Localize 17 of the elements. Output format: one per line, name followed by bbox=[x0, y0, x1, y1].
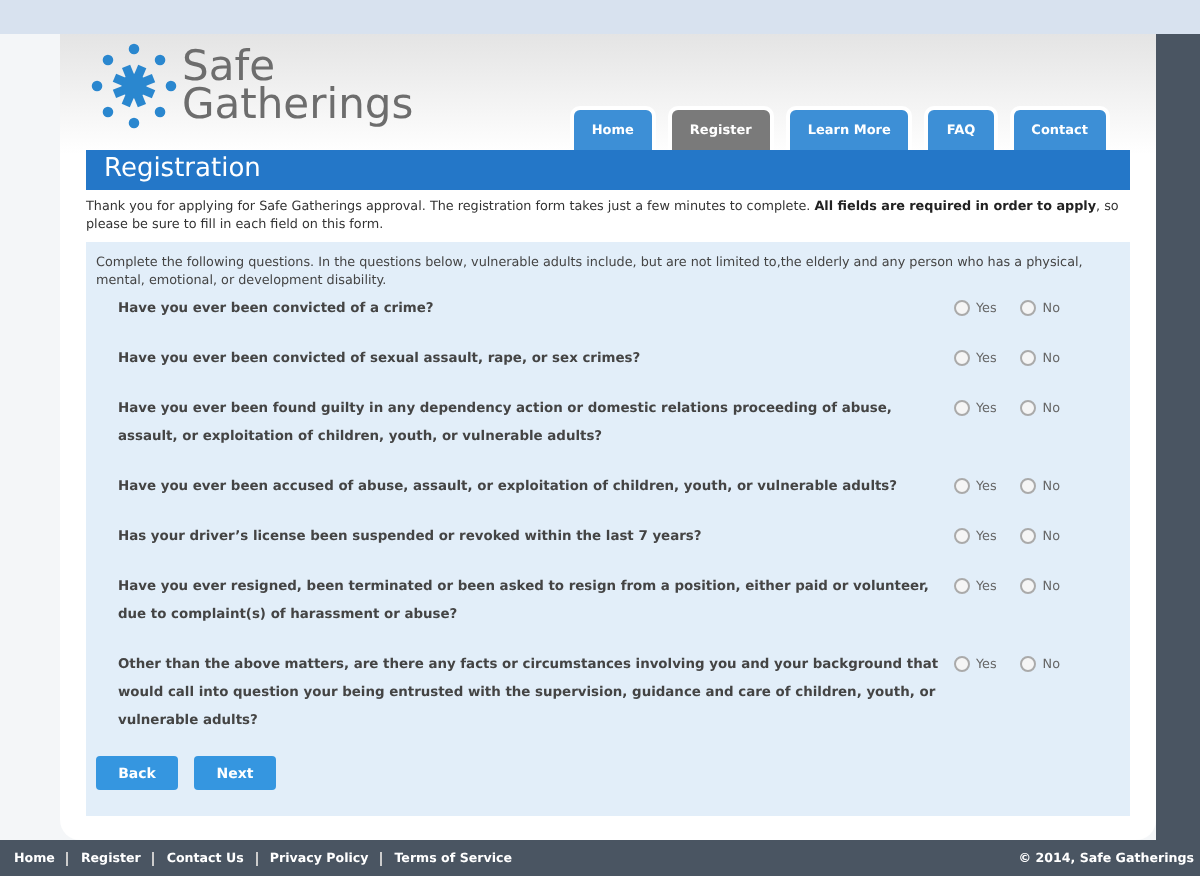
radio-button[interactable] bbox=[953, 656, 970, 672]
radio-button[interactable] bbox=[953, 528, 970, 544]
radio-button[interactable] bbox=[953, 400, 970, 416]
radio-button[interactable] bbox=[953, 350, 970, 366]
radio-button[interactable] bbox=[1020, 350, 1037, 366]
logo-text: Safe Gatherings bbox=[182, 48, 414, 124]
radio-button[interactable] bbox=[1020, 478, 1037, 494]
page-title: Registration bbox=[86, 150, 1130, 190]
radio-button[interactable] bbox=[1020, 300, 1037, 316]
radio-button[interactable] bbox=[1020, 656, 1037, 672]
logo-icon bbox=[90, 42, 178, 130]
radio-button[interactable] bbox=[953, 578, 970, 594]
radio-button[interactable] bbox=[953, 478, 970, 494]
radio-button[interactable] bbox=[1020, 400, 1037, 416]
radio-button[interactable] bbox=[1020, 578, 1037, 594]
radio-button[interactable] bbox=[953, 300, 970, 316]
radio-button[interactable] bbox=[1020, 528, 1037, 544]
